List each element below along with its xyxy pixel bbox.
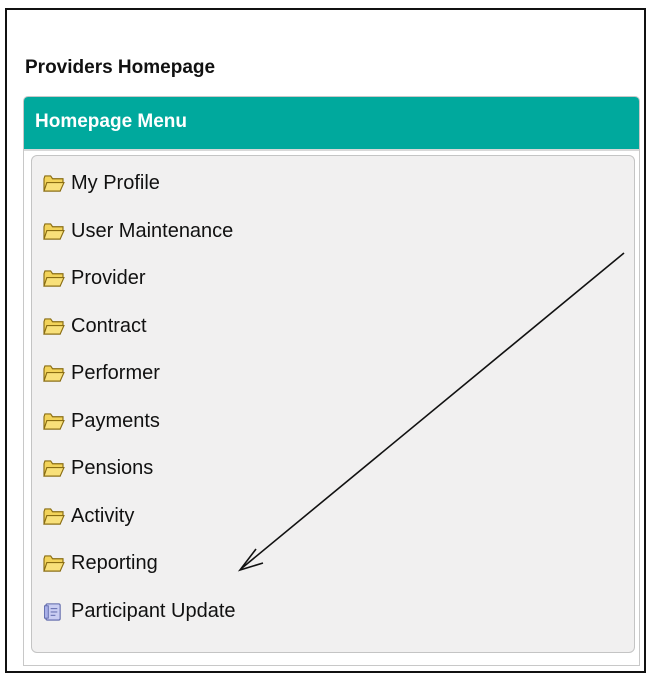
menu-list: My Profile User Maintenance Provider Con… [32,156,634,645]
folder-icon [43,175,65,192]
folder-icon [43,555,65,572]
menu-item-label: Participant Update [71,599,236,622]
menu-item-reporting[interactable]: Reporting [42,550,634,598]
menu-item-user-maintenance[interactable]: User Maintenance [42,218,634,266]
folder-icon [43,507,65,525]
menu-header: Homepage Menu [24,97,639,151]
page-title: Providers Homepage [25,57,216,78]
menu-item-label: Performer [71,362,160,384]
folder-icon [43,460,65,477]
menu-body: My Profile User Maintenance Provider Con… [31,155,635,653]
menu-item-pensions[interactable]: Pensions [42,455,634,503]
menu-item-label: Provider [71,267,146,289]
menu-item-my-profile[interactable]: My Profile [42,170,634,218]
menu-item-label: Payments [71,409,160,432]
menu-item-label: User Maintenance [71,219,234,242]
folder-icon [43,270,65,287]
folder-icon [43,365,65,382]
menu-item-label: Reporting [71,552,158,574]
folder-icon [43,222,65,240]
folder-icon [43,317,65,335]
menu-item-label: Pensions [71,457,154,479]
homepage-menu-panel: Homepage Menu My Profile User Maintenanc… [23,96,640,666]
menu-item-participant-update[interactable]: Participant Update [42,598,634,646]
menu-item-label: Contract [71,314,147,337]
menu-item-performer[interactable]: Performer [42,360,634,408]
menu-item-activity[interactable]: Activity [42,503,634,551]
menu-item-label: My Profile [71,172,160,194]
menu-item-payments[interactable]: Payments [42,408,634,456]
menu-item-contract[interactable]: Contract [42,313,634,361]
folder-icon [43,412,65,430]
menu-item-provider[interactable]: Provider [42,265,634,313]
document-icon [44,602,61,621]
menu-item-label: Activity [71,504,135,527]
